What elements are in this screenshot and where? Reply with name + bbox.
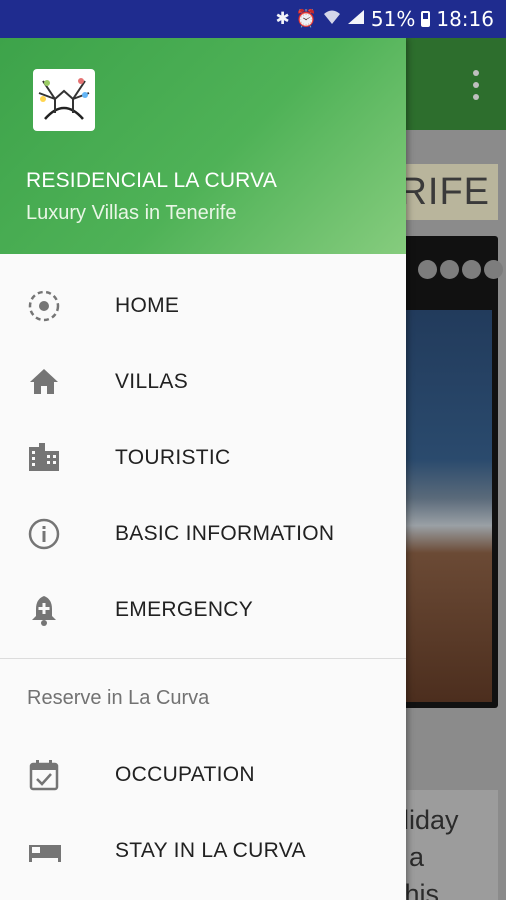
- menu-item-basic-information[interactable]: BASIC INFORMATION: [0, 496, 406, 572]
- bed-icon: [27, 834, 61, 868]
- menu-item-label: HOME: [115, 294, 180, 317]
- bluetooth-icon: ✱: [275, 9, 290, 29]
- drawer-menu: HOME VILLAS TOURISTIC BASIC INFORMATION …: [0, 254, 406, 889]
- clock: 18:16: [436, 7, 494, 31]
- image-slider[interactable]: [400, 236, 503, 708]
- menu-item-emergency[interactable]: EMERGENCY: [0, 572, 406, 648]
- drawer-subtitle: Luxury Villas in Tenerife: [26, 202, 237, 224]
- alarm-icon: ⏰: [295, 9, 317, 29]
- wifi-icon: [323, 9, 341, 30]
- home-circle-icon: [27, 289, 61, 323]
- menu-item-villas[interactable]: VILLAS: [0, 344, 406, 420]
- menu-item-label: EMERGENCY: [115, 598, 254, 621]
- slider-dots: [418, 260, 503, 279]
- menu-item-label: BASIC INFORMATION: [115, 522, 335, 545]
- slider-photo: [404, 310, 492, 702]
- menu-item-home[interactable]: HOME: [0, 268, 406, 344]
- menu-item-touristic[interactable]: TOURISTIC: [0, 420, 406, 496]
- status-bar: ✱ ⏰ 51% 18:16: [0, 0, 506, 38]
- menu-item-label: TOURISTIC: [115, 446, 231, 469]
- status-icons: ✱ ⏰ 51% 18:16: [275, 0, 494, 38]
- app-logo: [33, 69, 95, 131]
- calendar-check-icon: [27, 758, 61, 792]
- menu-item-label: OCCUPATION: [115, 763, 255, 786]
- drawer-header: RESIDENCIAL LA CURVA Luxury Villas in Te…: [0, 38, 406, 254]
- menu-item-stay-in-la-curva[interactable]: STAY IN LA CURVA: [0, 813, 406, 889]
- house-icon: [27, 365, 61, 399]
- drawer-title: RESIDENCIAL LA CURVA: [26, 169, 278, 192]
- info-icon: [27, 517, 61, 551]
- signal-icon: [347, 9, 365, 30]
- menu-item-label: STAY IN LA CURVA: [115, 839, 306, 862]
- battery-icon: [421, 11, 431, 27]
- bell-plus-icon: [27, 593, 61, 627]
- menu-item-label: VILLAS: [115, 370, 189, 393]
- overflow-menu-icon[interactable]: [472, 70, 480, 100]
- buildings-icon: [27, 441, 61, 475]
- navigation-drawer: RESIDENCIAL LA CURVA Luxury Villas in Te…: [0, 38, 406, 900]
- section-header: Reserve in La Curva: [27, 686, 210, 709]
- battery-percent: 51%: [370, 7, 416, 31]
- menu-item-occupation[interactable]: OCCUPATION: [0, 737, 406, 813]
